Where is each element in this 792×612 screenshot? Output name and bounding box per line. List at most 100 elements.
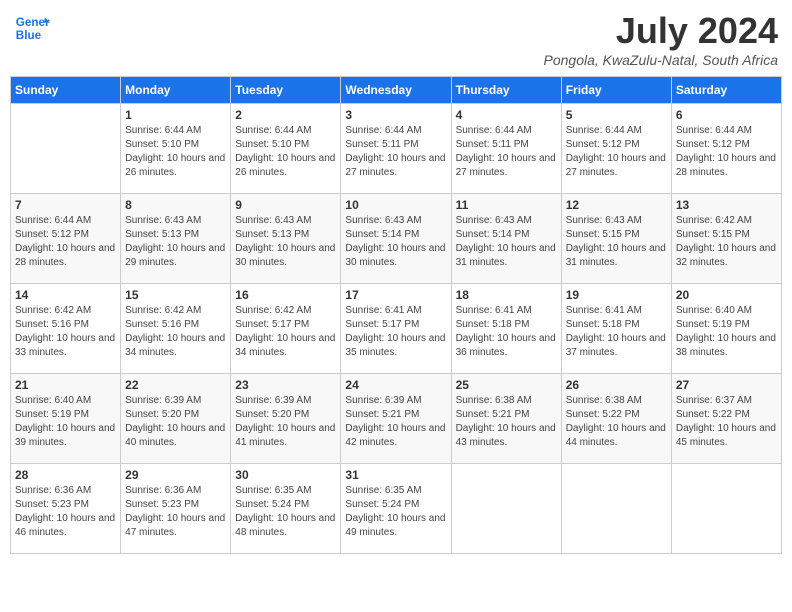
week-row-4: 21 Sunrise: 6:40 AMSunset: 5:19 PMDayligh…	[11, 374, 782, 464]
day-info: Sunrise: 6:36 AMSunset: 5:23 PMDaylight:…	[15, 484, 116, 540]
day-number: 15	[125, 288, 226, 302]
day-info: Sunrise: 6:41 AMSunset: 5:18 PMDaylight:…	[456, 304, 557, 360]
day-info: Sunrise: 6:40 AMSunset: 5:19 PMDaylight:…	[15, 394, 116, 450]
day-info: Sunrise: 6:37 AMSunset: 5:22 PMDaylight:…	[676, 394, 777, 450]
week-row-3: 14 Sunrise: 6:42 AMSunset: 5:16 PMDayligh…	[11, 284, 782, 374]
calendar-header: SundayMondayTuesdayWednesdayThursdayFrid…	[11, 77, 782, 104]
calendar-cell: 3 Sunrise: 6:44 AMSunset: 5:11 PMDaylight…	[341, 104, 451, 194]
calendar-cell: 16 Sunrise: 6:42 AMSunset: 5:17 PMDayligh…	[231, 284, 341, 374]
day-number: 16	[235, 288, 336, 302]
day-number: 21	[15, 378, 116, 392]
day-number: 13	[676, 198, 777, 212]
calendar-cell: 9 Sunrise: 6:43 AMSunset: 5:13 PMDaylight…	[231, 194, 341, 284]
day-number: 4	[456, 108, 557, 122]
calendar-cell: 4 Sunrise: 6:44 AMSunset: 5:11 PMDaylight…	[451, 104, 561, 194]
day-info: Sunrise: 6:42 AMSunset: 5:16 PMDaylight:…	[125, 304, 226, 360]
day-info: Sunrise: 6:38 AMSunset: 5:21 PMDaylight:…	[456, 394, 557, 450]
day-number: 27	[676, 378, 777, 392]
day-info: Sunrise: 6:36 AMSunset: 5:23 PMDaylight:…	[125, 484, 226, 540]
main-title: July 2024	[544, 10, 779, 52]
calendar-cell: 22 Sunrise: 6:39 AMSunset: 5:20 PMDayligh…	[121, 374, 231, 464]
day-number: 5	[566, 108, 667, 122]
day-number: 7	[15, 198, 116, 212]
calendar-cell: 7 Sunrise: 6:44 AMSunset: 5:12 PMDaylight…	[11, 194, 121, 284]
title-block: July 2024 Pongola, KwaZulu-Natal, South …	[544, 10, 779, 68]
day-header-tuesday: Tuesday	[231, 77, 341, 104]
calendar-cell: 13 Sunrise: 6:42 AMSunset: 5:15 PMDayligh…	[671, 194, 781, 284]
calendar-cell	[561, 464, 671, 554]
day-number: 28	[15, 468, 116, 482]
page-header: General Blue July 2024 Pongola, KwaZulu-…	[10, 10, 782, 68]
day-info: Sunrise: 6:35 AMSunset: 5:24 PMDaylight:…	[345, 484, 446, 540]
calendar-cell: 14 Sunrise: 6:42 AMSunset: 5:16 PMDayligh…	[11, 284, 121, 374]
subtitle: Pongola, KwaZulu-Natal, South Africa	[544, 52, 779, 68]
day-number: 6	[676, 108, 777, 122]
day-info: Sunrise: 6:35 AMSunset: 5:24 PMDaylight:…	[235, 484, 336, 540]
day-number: 9	[235, 198, 336, 212]
day-info: Sunrise: 6:44 AMSunset: 5:12 PMDaylight:…	[15, 214, 116, 270]
day-header-thursday: Thursday	[451, 77, 561, 104]
day-info: Sunrise: 6:42 AMSunset: 5:17 PMDaylight:…	[235, 304, 336, 360]
day-info: Sunrise: 6:43 AMSunset: 5:14 PMDaylight:…	[345, 214, 446, 270]
day-info: Sunrise: 6:39 AMSunset: 5:20 PMDaylight:…	[125, 394, 226, 450]
calendar-cell: 30 Sunrise: 6:35 AMSunset: 5:24 PMDayligh…	[231, 464, 341, 554]
day-number: 18	[456, 288, 557, 302]
day-info: Sunrise: 6:42 AMSunset: 5:15 PMDaylight:…	[676, 214, 777, 270]
day-number: 19	[566, 288, 667, 302]
day-header-saturday: Saturday	[671, 77, 781, 104]
day-number: 30	[235, 468, 336, 482]
day-number: 12	[566, 198, 667, 212]
day-number: 22	[125, 378, 226, 392]
day-info: Sunrise: 6:44 AMSunset: 5:11 PMDaylight:…	[345, 124, 446, 180]
day-number: 26	[566, 378, 667, 392]
week-row-5: 28 Sunrise: 6:36 AMSunset: 5:23 PMDayligh…	[11, 464, 782, 554]
day-number: 10	[345, 198, 446, 212]
svg-text:Blue: Blue	[16, 29, 42, 42]
day-number: 14	[15, 288, 116, 302]
day-header-sunday: Sunday	[11, 77, 121, 104]
day-info: Sunrise: 6:43 AMSunset: 5:13 PMDaylight:…	[235, 214, 336, 270]
day-info: Sunrise: 6:40 AMSunset: 5:19 PMDaylight:…	[676, 304, 777, 360]
day-number: 24	[345, 378, 446, 392]
day-number: 20	[676, 288, 777, 302]
day-info: Sunrise: 6:44 AMSunset: 5:11 PMDaylight:…	[456, 124, 557, 180]
calendar-cell	[451, 464, 561, 554]
day-info: Sunrise: 6:43 AMSunset: 5:13 PMDaylight:…	[125, 214, 226, 270]
logo: General Blue	[14, 10, 50, 46]
day-info: Sunrise: 6:44 AMSunset: 5:12 PMDaylight:…	[566, 124, 667, 180]
calendar-cell	[671, 464, 781, 554]
day-number: 25	[456, 378, 557, 392]
calendar-cell: 20 Sunrise: 6:40 AMSunset: 5:19 PMDayligh…	[671, 284, 781, 374]
day-info: Sunrise: 6:41 AMSunset: 5:18 PMDaylight:…	[566, 304, 667, 360]
calendar-cell: 15 Sunrise: 6:42 AMSunset: 5:16 PMDayligh…	[121, 284, 231, 374]
calendar-cell: 10 Sunrise: 6:43 AMSunset: 5:14 PMDayligh…	[341, 194, 451, 284]
calendar-cell: 27 Sunrise: 6:37 AMSunset: 5:22 PMDayligh…	[671, 374, 781, 464]
day-info: Sunrise: 6:38 AMSunset: 5:22 PMDaylight:…	[566, 394, 667, 450]
day-info: Sunrise: 6:42 AMSunset: 5:16 PMDaylight:…	[15, 304, 116, 360]
day-header-monday: Monday	[121, 77, 231, 104]
day-number: 29	[125, 468, 226, 482]
calendar-cell: 24Sunrise: 6:39 AMSunset: 5:21 PMDayligh…	[341, 374, 451, 464]
day-info: Sunrise: 6:43 AMSunset: 5:14 PMDaylight:…	[456, 214, 557, 270]
calendar-cell: 31Sunrise: 6:35 AMSunset: 5:24 PMDayligh…	[341, 464, 451, 554]
calendar-cell: 25 Sunrise: 6:38 AMSunset: 5:21 PMDayligh…	[451, 374, 561, 464]
day-number: 8	[125, 198, 226, 212]
calendar-cell: 26 Sunrise: 6:38 AMSunset: 5:22 PMDayligh…	[561, 374, 671, 464]
day-info: Sunrise: 6:39 AMSunset: 5:20 PMDaylight:…	[235, 394, 336, 450]
day-info: Sunrise: 6:44 AMSunset: 5:10 PMDaylight:…	[125, 124, 226, 180]
calendar-cell: 1 Sunrise: 6:44 AMSunset: 5:10 PMDaylight…	[121, 104, 231, 194]
calendar-cell: 2Sunrise: 6:44 AMSunset: 5:10 PMDaylight…	[231, 104, 341, 194]
days-header-row: SundayMondayTuesdayWednesdayThursdayFrid…	[11, 77, 782, 104]
calendar-cell: 5 Sunrise: 6:44 AMSunset: 5:12 PMDaylight…	[561, 104, 671, 194]
day-info: Sunrise: 6:41 AMSunset: 5:17 PMDaylight:…	[345, 304, 446, 360]
calendar-table: SundayMondayTuesdayWednesdayThursdayFrid…	[10, 76, 782, 554]
calendar-cell: 19 Sunrise: 6:41 AMSunset: 5:18 PMDayligh…	[561, 284, 671, 374]
calendar-cell: 11 Sunrise: 6:43 AMSunset: 5:14 PMDayligh…	[451, 194, 561, 284]
day-number: 1	[125, 108, 226, 122]
day-number: 11	[456, 198, 557, 212]
day-number: 17	[345, 288, 446, 302]
calendar-cell: 21 Sunrise: 6:40 AMSunset: 5:19 PMDayligh…	[11, 374, 121, 464]
day-number: 3	[345, 108, 446, 122]
calendar-cell: 23Sunrise: 6:39 AMSunset: 5:20 PMDayligh…	[231, 374, 341, 464]
day-info: Sunrise: 6:44 AMSunset: 5:12 PMDaylight:…	[676, 124, 777, 180]
